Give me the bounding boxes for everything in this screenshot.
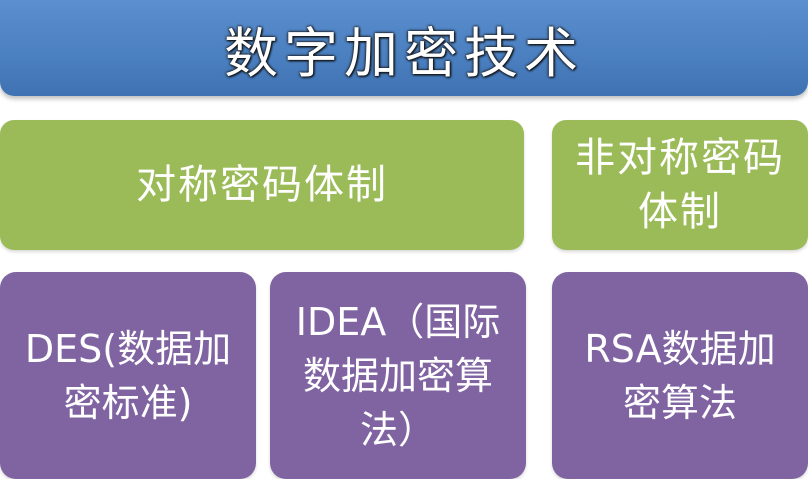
title-box: 数字加密技术 (0, 0, 808, 96)
des-algorithm-label: DES(数据加密标准) (24, 326, 232, 425)
idea-algorithm-label: IDEA（国际数据加密算法） (295, 299, 501, 452)
diagram-canvas: 数字加密技术 对称密码体制 非对称密码体制 DES(数据加密标准) IDEA（国… (0, 0, 808, 479)
asymmetric-category-label: 非对称密码体制 (575, 135, 785, 235)
diagram-title: 数字加密技术 (224, 21, 584, 85)
symmetric-category-label: 对称密码体制 (136, 162, 388, 208)
rsa-algorithm-label: RSA数据加密算法 (584, 326, 776, 425)
rsa-algorithm-box: RSA数据加密算法 (552, 272, 808, 479)
des-algorithm-box: DES(数据加密标准) (0, 272, 256, 479)
idea-algorithm-box: IDEA（国际数据加密算法） (270, 272, 526, 479)
symmetric-category-box: 对称密码体制 (0, 120, 524, 250)
asymmetric-category-box: 非对称密码体制 (552, 120, 808, 250)
